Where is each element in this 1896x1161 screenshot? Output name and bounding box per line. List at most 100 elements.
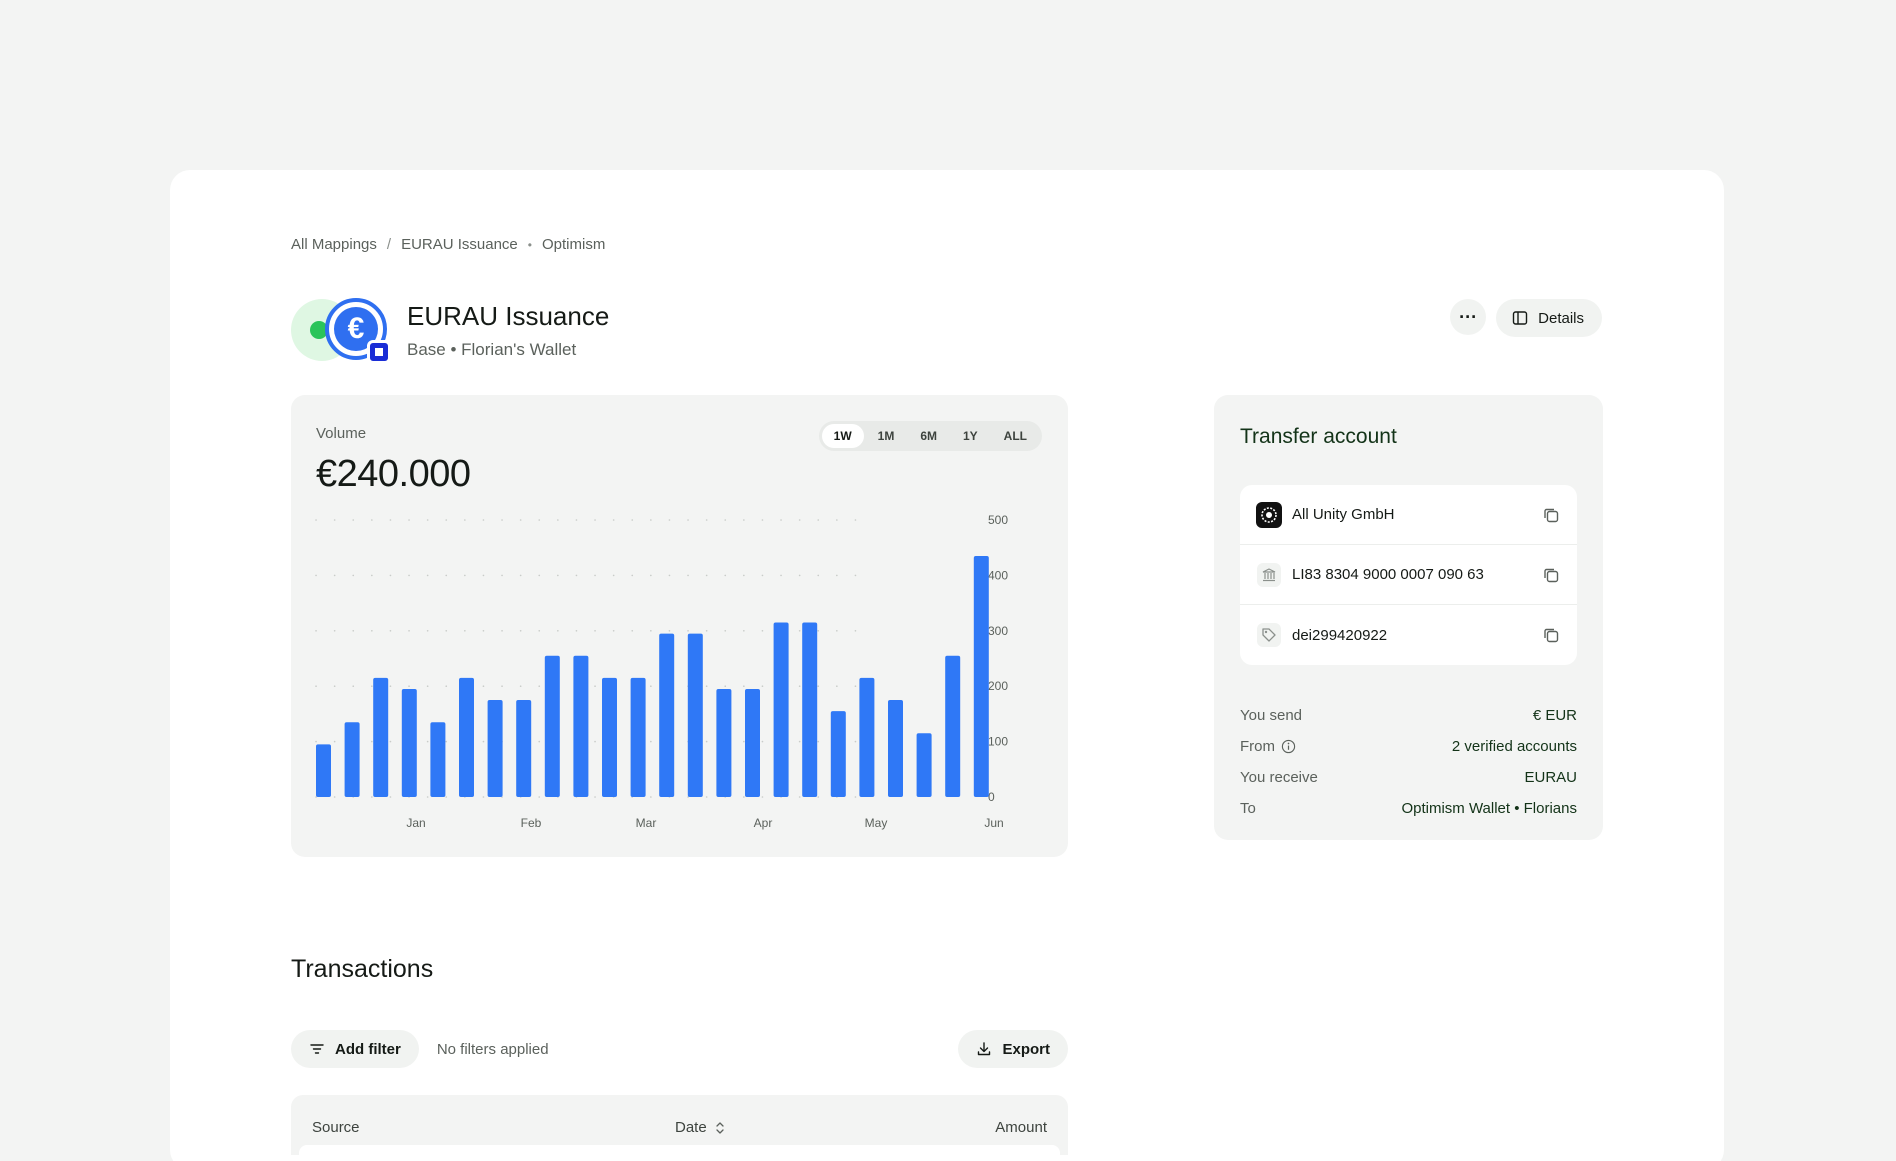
bar [659, 633, 675, 797]
y-tick-label: 400 [988, 568, 1008, 582]
volume-value: €240.000 [316, 453, 471, 495]
page-subtitle: Base • Florian's Wallet [407, 339, 577, 359]
copy-icon[interactable] [1541, 625, 1561, 645]
page-title: EURAU Issuance [407, 300, 610, 331]
column-amount[interactable]: Amount [995, 1119, 1047, 1136]
x-tick-label: May [865, 816, 888, 830]
bar [544, 655, 560, 797]
range-tab-all[interactable]: ALL [992, 424, 1039, 448]
bar [573, 655, 589, 797]
account-row-reference: dei299420922 [1240, 605, 1577, 665]
account-company-name: All Unity GmbH [1292, 506, 1395, 523]
bar [316, 744, 331, 797]
company-logo-icon [1256, 501, 1282, 528]
breadcrumb-dot: • [527, 237, 532, 252]
details-button[interactable]: Details [1496, 299, 1602, 337]
header-actions: ··· Details [1450, 299, 1602, 337]
token-logo: € [291, 298, 391, 364]
export-label: Export [1002, 1040, 1050, 1058]
bar [830, 711, 846, 797]
summary-value: Optimism Wallet • Florians [1401, 800, 1577, 817]
x-tick-label: Mar [636, 816, 657, 830]
y-tick-label: 200 [988, 679, 1008, 693]
tag-icon [1256, 622, 1282, 648]
account-iban: LI83 8304 9000 0007 090 63 [1292, 566, 1484, 583]
bar [973, 556, 989, 797]
filter-bar: Add filter No filters applied Export [291, 1030, 1068, 1068]
details-button-label: Details [1538, 309, 1584, 327]
add-filter-label: Add filter [335, 1040, 401, 1058]
breadcrumb-optimism: Optimism [541, 236, 606, 253]
summary-row-you-send: You send € EUR [1240, 700, 1577, 731]
transfer-summary: You send € EUR From 2 verified accounts … [1240, 700, 1577, 824]
range-tab-1y[interactable]: 1Y [951, 424, 990, 448]
summary-key: You send [1240, 707, 1303, 724]
breadcrumb: All Mappings / EURAU Issuance • Optimism [291, 236, 605, 253]
bar [630, 677, 646, 797]
summary-row-you-receive: You receive EURAU [1240, 762, 1577, 793]
range-tab-1m[interactable]: 1M [866, 424, 907, 448]
copy-icon[interactable] [1541, 565, 1561, 585]
chain-badge-icon [367, 340, 391, 364]
transfer-account-card: Transfer account All Unity GmbH LI83 830… [1214, 395, 1603, 840]
account-row-company: All Unity GmbH [1240, 485, 1577, 545]
bar [916, 733, 932, 797]
transfer-title: Transfer account [1240, 425, 1397, 448]
breadcrumb-separator: / [386, 236, 392, 253]
bar [859, 677, 875, 797]
summary-row-from: From 2 verified accounts [1240, 731, 1577, 762]
bar [802, 622, 818, 797]
summary-value: 2 verified accounts [1451, 738, 1577, 755]
bar [487, 700, 503, 797]
bar [430, 722, 446, 797]
x-tick-label: Jun [984, 816, 1003, 830]
export-button[interactable]: Export [958, 1030, 1068, 1068]
range-tab-6m[interactable]: 6M [908, 424, 949, 448]
bar [516, 700, 532, 797]
summary-row-to: To Optimism Wallet • Florians [1240, 793, 1577, 824]
sidebar-panel-icon [1512, 311, 1528, 325]
breadcrumb-eurau-issuance[interactable]: EURAU Issuance [401, 236, 518, 253]
column-source[interactable]: Source [312, 1119, 360, 1136]
table-body [299, 1145, 1060, 1161]
copy-icon[interactable] [1541, 505, 1561, 525]
y-tick-label: 500 [988, 513, 1008, 527]
sort-icon [716, 1121, 724, 1134]
main-card: All Mappings / EURAU Issuance • Optimism… [170, 170, 1724, 1161]
summary-key: You receive [1240, 769, 1318, 786]
y-tick-label: 100 [988, 735, 1008, 749]
bar [888, 700, 903, 797]
bar [716, 688, 732, 797]
no-filters-text: No filters applied [436, 1040, 549, 1058]
column-date[interactable]: Date [675, 1119, 725, 1136]
account-reference: dei299420922 [1292, 626, 1388, 644]
transactions-title: Transactions [291, 955, 434, 983]
add-filter-button[interactable]: Add filter [291, 1030, 419, 1068]
bar [687, 633, 703, 797]
more-options-button[interactable]: ··· [1450, 299, 1487, 335]
volume-chart-card: 0 100 200 300 400 500 Jan Feb Mar Apr May Jun Volum… [291, 395, 1068, 857]
summary-key: From [1240, 738, 1275, 755]
range-tab-1w[interactable]: 1W [821, 424, 864, 448]
page-header: € EURAU Issuance Base • Florian's Wallet [291, 298, 610, 364]
x-tick-label: Apr [754, 816, 773, 830]
bar [459, 677, 474, 797]
x-tick-label: Jan [406, 816, 425, 830]
bank-icon [1256, 562, 1282, 588]
bar [373, 677, 389, 797]
summary-key: To [1240, 800, 1256, 817]
download-icon [978, 1042, 991, 1056]
bar [945, 655, 961, 797]
account-details-box: All Unity GmbH LI83 8304 9000 0007 090 6… [1240, 485, 1577, 665]
x-tick-label: Feb [521, 816, 542, 830]
range-selector: 1W 1M 6M 1Y ALL [818, 421, 1042, 451]
bar [344, 722, 360, 797]
bar [745, 688, 760, 797]
more-icon: ··· [1459, 306, 1478, 327]
account-row-iban: LI83 8304 9000 0007 090 63 [1240, 545, 1577, 605]
bar [773, 622, 789, 797]
info-icon[interactable] [1281, 739, 1296, 754]
summary-value: EURAU [1524, 769, 1577, 786]
bar [602, 677, 617, 797]
breadcrumb-all-mappings[interactable]: All Mappings [291, 236, 377, 253]
